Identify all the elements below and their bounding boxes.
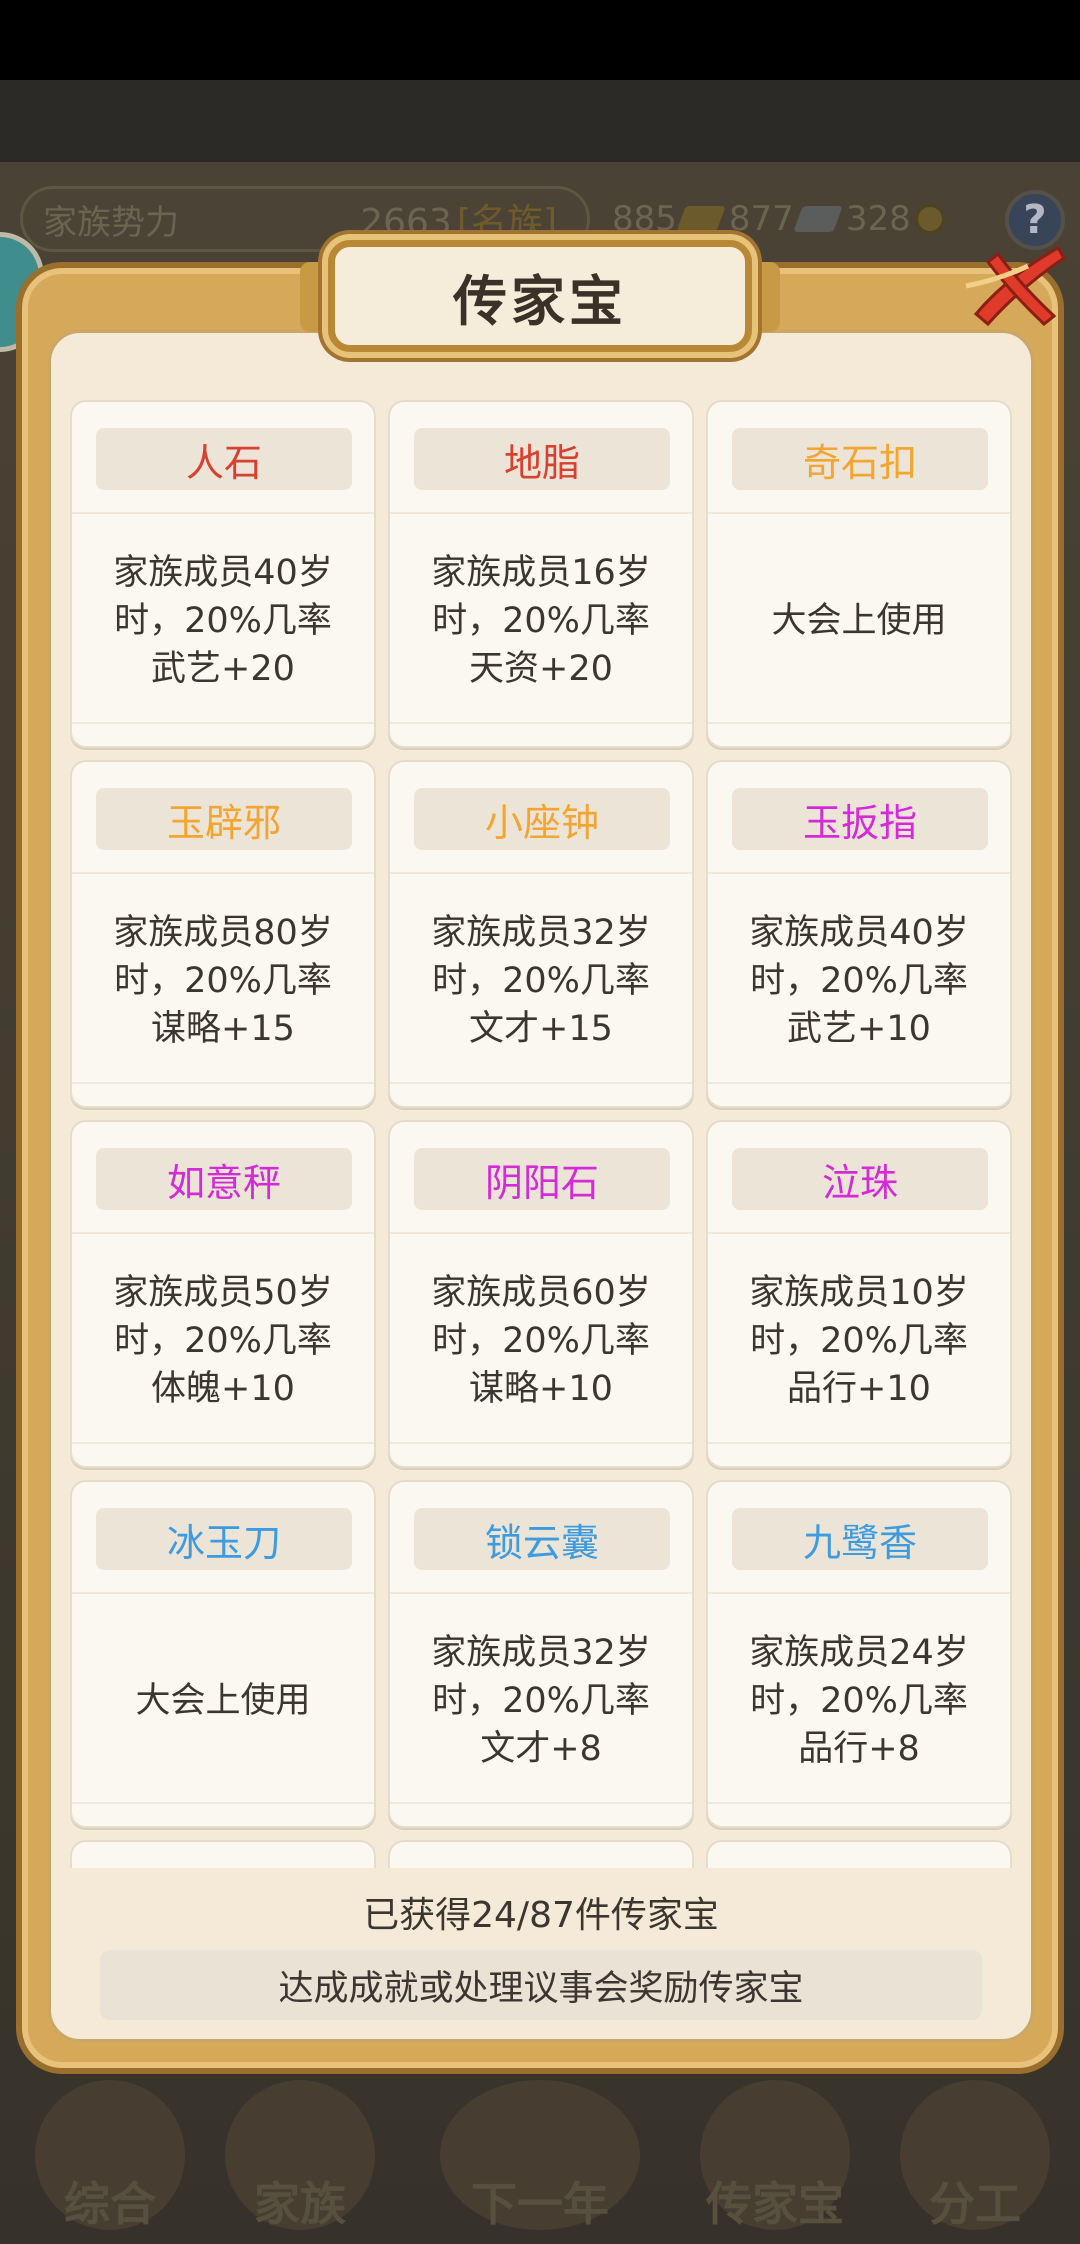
heirloom-description: 家族成员32岁 时，20%几率 文才+8 bbox=[431, 1633, 651, 1769]
heirloom-description: 家族成员40岁 时，20%几率 武艺+10 bbox=[749, 913, 969, 1049]
top-strip bbox=[0, 80, 1080, 162]
heirloom-description: 家族成员24岁 时，20%几率 品行+8 bbox=[749, 1633, 969, 1769]
card-divider bbox=[708, 512, 1010, 514]
heirloom-card[interactable]: 九鹭香 家族成员24岁 时，20%几率 品行+8 bbox=[706, 1480, 1012, 1828]
heirloom-card[interactable]: 泣珠 家族成员10岁 时，20%几率 品行+10 bbox=[706, 1120, 1012, 1468]
heirloom-name: 阴阳石 bbox=[414, 1148, 670, 1210]
heirloom-description: 家族成员32岁 时，20%几率 文才+15 bbox=[431, 913, 651, 1049]
heirloom-description: 家族成员50岁 时，20%几率 体魄+10 bbox=[113, 1273, 333, 1409]
heirloom-card[interactable] bbox=[706, 1840, 1012, 1868]
nav-label: 下一年 bbox=[471, 2177, 609, 2231]
card-divider bbox=[708, 1232, 1010, 1234]
heirloom-description: 家族成员60岁 时，20%几率 谋略+10 bbox=[431, 1273, 651, 1409]
card-footer-line bbox=[390, 1082, 692, 1084]
heirloom-description: 家族成员10岁 时，20%几率 品行+10 bbox=[749, 1273, 969, 1409]
nav-item-heirloom[interactable]: 传家宝 bbox=[680, 2080, 870, 2244]
card-divider bbox=[708, 1592, 1010, 1594]
nav-item-family[interactable]: 家族 bbox=[210, 2080, 390, 2244]
heirloom-card[interactable]: 地脂 家族成员16岁 时，20%几率 天资+20 bbox=[388, 400, 694, 748]
card-footer-line bbox=[72, 1082, 374, 1084]
card-footer-line bbox=[390, 1442, 692, 1444]
card-divider bbox=[72, 1592, 374, 1594]
influence-rank: [名族] bbox=[456, 202, 557, 243]
card-footer-line bbox=[390, 722, 692, 724]
heirloom-name: 九鹭香 bbox=[732, 1508, 988, 1570]
nav-label: 综合 bbox=[64, 2177, 156, 2231]
title-ornament-right bbox=[750, 262, 780, 332]
nav-item-division[interactable]: 分工 bbox=[880, 2080, 1070, 2244]
heirloom-card[interactable]: 阴阳石 家族成员60岁 时，20%几率 谋略+10 bbox=[388, 1120, 694, 1468]
heirloom-name: 人石 bbox=[96, 428, 352, 490]
card-footer-line bbox=[708, 1802, 1010, 1804]
heirloom-name: 如意秤 bbox=[96, 1148, 352, 1210]
modal-title: 传家宝 bbox=[453, 269, 627, 333]
heirloom-name: 小座钟 bbox=[414, 788, 670, 850]
nav-label: 家族 bbox=[254, 2177, 346, 2231]
heirloom-description: 家族成员40岁 时，20%几率 武艺+20 bbox=[113, 553, 333, 689]
heirloom-card[interactable]: 玉扳指 家族成员40岁 时，20%几率 武艺+10 bbox=[706, 760, 1012, 1108]
heirloom-card[interactable] bbox=[70, 1840, 376, 1868]
heirloom-name: 锁云囊 bbox=[414, 1508, 670, 1570]
card-divider bbox=[72, 1232, 374, 1234]
heirloom-card[interactable]: 如意秤 家族成员50岁 时，20%几率 体魄+10 bbox=[70, 1120, 376, 1468]
heirloom-grid: 人石 家族成员40岁 时，20%几率 武艺+20 地脂 家族成员16岁 时，20… bbox=[66, 398, 1016, 1868]
card-divider bbox=[72, 872, 374, 874]
heirloom-summary: 已获得24/87件传家宝 达成成就或处理议事会奖励传家宝 bbox=[66, 1872, 1016, 2032]
heirloom-name: 奇石扣 bbox=[732, 428, 988, 490]
heirloom-card[interactable]: 冰玉刀 大会上使用 bbox=[70, 1480, 376, 1828]
heirloom-hint: 达成成就或处理议事会奖励传家宝 bbox=[100, 1950, 982, 2020]
heirloom-name: 冰玉刀 bbox=[96, 1508, 352, 1570]
status-bar bbox=[0, 0, 1080, 80]
heirloom-name: 玉扳指 bbox=[732, 788, 988, 850]
heirloom-count: 已获得24/87件传家宝 bbox=[363, 1895, 719, 1936]
close-icon[interactable] bbox=[958, 236, 1074, 332]
gold-ingot-icon bbox=[676, 206, 726, 232]
card-divider bbox=[390, 1592, 692, 1594]
title-ornament-left bbox=[300, 262, 330, 332]
heirloom-description: 家族成员16岁 时，20%几率 天资+20 bbox=[431, 553, 651, 689]
heirloom-name: 泣珠 bbox=[732, 1148, 988, 1210]
nav-item-next-year[interactable]: 下一年 bbox=[420, 2080, 660, 2244]
heirloom-description: 大会上使用 bbox=[771, 601, 947, 641]
modal-title-plaque: 传家宝 bbox=[328, 240, 752, 352]
card-divider bbox=[72, 512, 374, 514]
card-footer-line bbox=[72, 1442, 374, 1444]
heirloom-card[interactable]: 人石 家族成员40岁 时，20%几率 武艺+20 bbox=[70, 400, 376, 748]
nav-label: 分工 bbox=[929, 2177, 1021, 2231]
gold-amount: 885 bbox=[612, 199, 677, 239]
nav-item-overview[interactable]: 综合 bbox=[20, 2080, 200, 2244]
heirloom-card[interactable]: 锁云囊 家族成员32岁 时，20%几率 文才+8 bbox=[388, 1480, 694, 1828]
heirloom-card[interactable] bbox=[388, 1840, 694, 1868]
heirloom-card[interactable]: 玉辟邪 家族成员80岁 时，20%几率 谋略+15 bbox=[70, 760, 376, 1108]
heirloom-description: 家族成员80岁 时，20%几率 谋略+15 bbox=[113, 913, 333, 1049]
silver-amount: 877 bbox=[728, 199, 794, 239]
heirloom-name: 玉辟邪 bbox=[96, 788, 352, 850]
card-divider bbox=[390, 872, 692, 874]
coin-amount: 328 bbox=[845, 199, 911, 239]
card-divider bbox=[708, 872, 1010, 874]
card-footer-line bbox=[708, 1082, 1010, 1084]
influence-value: 2663 bbox=[360, 202, 452, 243]
copper-coin-icon bbox=[914, 204, 945, 234]
heirloom-card[interactable]: 小座钟 家族成员32岁 时，20%几率 文才+15 bbox=[388, 760, 694, 1108]
card-footer-line bbox=[708, 1442, 1010, 1444]
card-footer-line bbox=[390, 1802, 692, 1804]
card-footer-line bbox=[708, 722, 1010, 724]
card-footer-line bbox=[72, 1802, 374, 1804]
heirloom-name: 地脂 bbox=[414, 428, 670, 490]
influence-label: 家族势力 bbox=[43, 202, 179, 243]
card-footer-line bbox=[72, 722, 374, 724]
card-divider bbox=[390, 512, 692, 514]
card-divider bbox=[390, 1232, 692, 1234]
heirloom-description: 大会上使用 bbox=[135, 1681, 311, 1721]
heirloom-card[interactable]: 奇石扣 大会上使用 bbox=[706, 400, 1012, 748]
nav-label: 传家宝 bbox=[706, 2177, 844, 2231]
silver-ingot-icon bbox=[793, 206, 843, 232]
bottom-nav: 综合 家族 下一年 传家宝 分工 bbox=[0, 2080, 1080, 2244]
